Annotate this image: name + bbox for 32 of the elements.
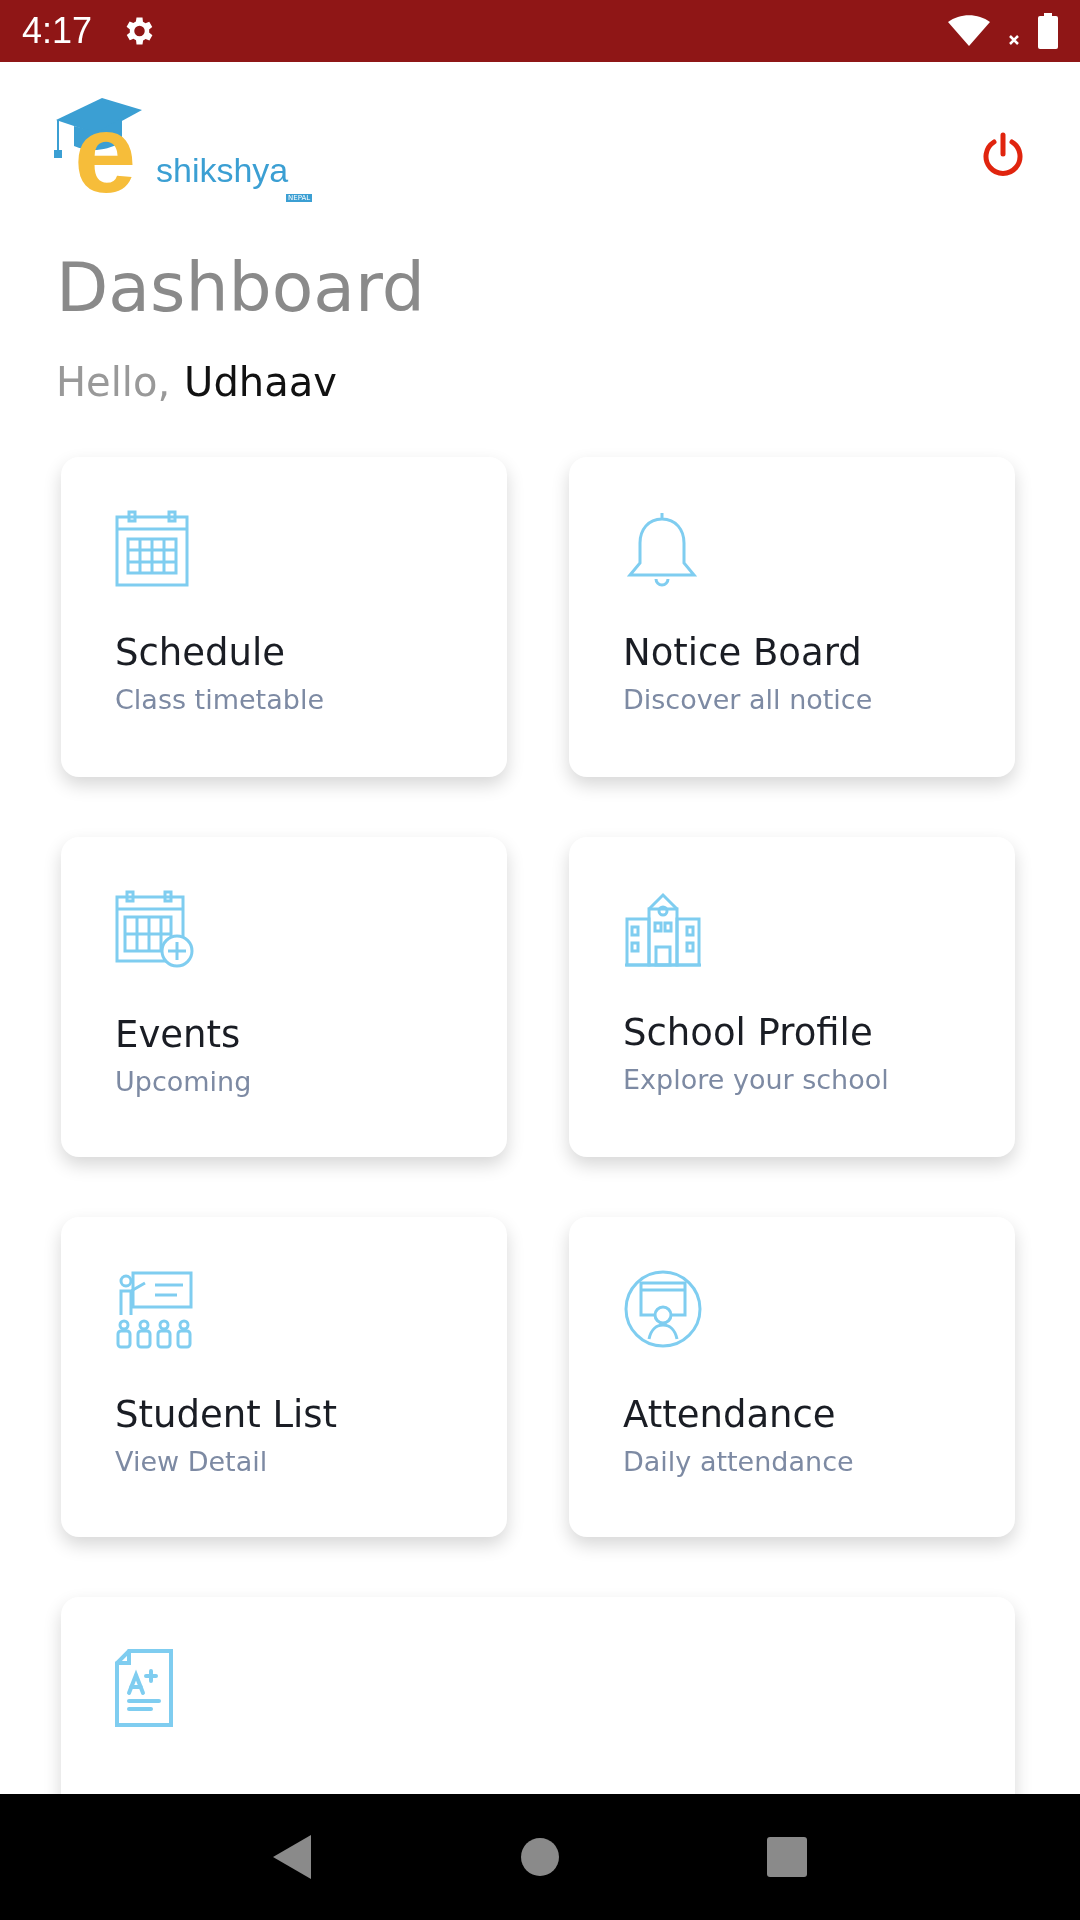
wifi-icon xyxy=(948,15,990,47)
card-title: Student List xyxy=(115,1392,339,1436)
calendar-plus-icon xyxy=(115,888,195,969)
card-title: Schedule xyxy=(115,630,287,674)
dashboard-card[interactable]: Events Upcoming xyxy=(61,836,507,1157)
card-subtitle: Class timetable xyxy=(115,683,325,715)
grade-document-icon xyxy=(115,1648,173,1727)
status-time: 4:17 xyxy=(22,10,93,52)
greeting-text: Hello, xyxy=(56,358,171,405)
battery-icon xyxy=(1038,13,1058,49)
page-title: Dashboard xyxy=(56,247,426,329)
recents-button[interactable] xyxy=(766,1837,807,1877)
dashboard-card[interactable]: Attendance Daily attendance xyxy=(569,1216,1015,1537)
card-subtitle: Explore your school xyxy=(623,1063,890,1095)
monitor-person-icon xyxy=(623,1268,703,1349)
card-title: Events xyxy=(115,1012,242,1056)
card-subtitle: Discover all notice xyxy=(623,683,874,715)
dashboard-card[interactable]: School Profile Explore your school xyxy=(569,836,1015,1157)
home-button[interactable] xyxy=(520,1837,560,1877)
calendar-icon xyxy=(115,508,191,587)
card-subtitle: Daily attendance xyxy=(623,1445,855,1477)
dashboard-card[interactable]: Notice Board Discover all notice xyxy=(569,456,1015,777)
card-subtitle: Upcoming xyxy=(115,1065,253,1097)
card-title: Notice Board xyxy=(623,630,863,674)
card-title: Attendance xyxy=(623,1392,837,1436)
card-title: School Profile xyxy=(623,1010,874,1054)
back-button[interactable] xyxy=(273,1835,314,1879)
user-name: Udhaav xyxy=(184,358,337,405)
dashboard-card[interactable]: Student List View Detail xyxy=(61,1216,507,1537)
no-sim-icon xyxy=(1008,34,1020,46)
card-subtitle: View Detail xyxy=(115,1445,269,1477)
dashboard-card[interactable]: Schedule Class timetable xyxy=(61,456,507,777)
